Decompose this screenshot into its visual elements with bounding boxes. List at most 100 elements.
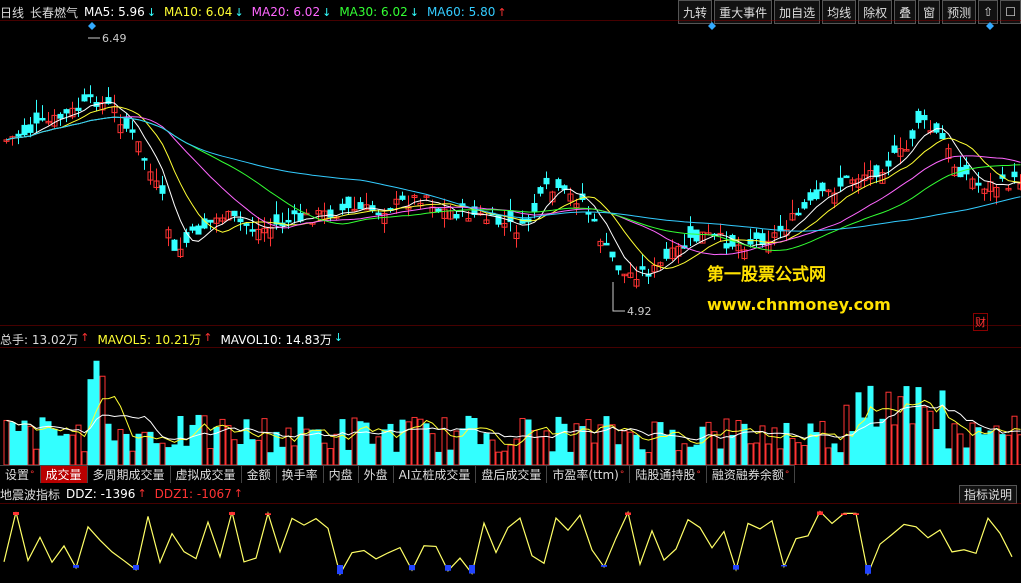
tab-2[interactable]: 多周期成交量	[87, 465, 171, 483]
volume-bar	[915, 387, 922, 465]
tab-12[interactable]: 融资融券余额 °	[706, 465, 796, 483]
candle-body	[609, 251, 616, 258]
tab-10[interactable]: 市盈率(ttm) °	[547, 465, 631, 483]
volume-bar	[765, 443, 772, 465]
volume-label: MAVOL10: 14.83万	[220, 332, 332, 347]
tab-label: 内盘	[328, 468, 353, 482]
tab-label: AI立桩成交量	[398, 468, 471, 482]
arrow-up-icon: ↑	[233, 487, 243, 500]
indicator-label: DDZ: -1396	[66, 487, 136, 501]
volume-item: MAVOL5: 10.21万 ↑	[97, 331, 212, 348]
ma-label: MA30: 6.02	[339, 5, 408, 19]
candle-body	[285, 219, 292, 223]
volume-bar	[99, 375, 106, 465]
ma-label: MA20: 6.02	[251, 5, 321, 19]
volume-bar	[615, 444, 622, 465]
tab-label: 融资融券余额	[711, 468, 784, 482]
tab-1[interactable]: 成交量	[40, 465, 88, 483]
finance-badge[interactable]: 财	[973, 313, 988, 331]
candle-body	[129, 129, 136, 133]
volume-bar	[171, 444, 178, 465]
volume-bar	[165, 447, 172, 465]
watermark-url: www.chnmoney.com	[707, 295, 891, 314]
candle-body	[243, 223, 250, 226]
volume-bar	[633, 434, 640, 465]
candle-body	[183, 232, 190, 243]
volume-bar	[315, 429, 322, 465]
volume-bar	[225, 425, 232, 465]
tab-7[interactable]: 外盘	[358, 465, 394, 483]
volume-bar	[903, 386, 910, 465]
volume-bar	[789, 437, 796, 465]
volume-bar	[261, 418, 268, 465]
ma-item: MA10: 6.04 ↓	[164, 5, 244, 19]
volume-bar	[87, 379, 94, 465]
volume-bar	[465, 415, 472, 465]
candle-body	[345, 196, 352, 209]
candle-body	[141, 158, 148, 161]
tab-label: 外盘	[363, 468, 388, 482]
candle-body	[531, 202, 538, 212]
ddz-high-mark	[625, 512, 631, 515]
tab-label: 虚拟成交量	[175, 468, 236, 482]
volume-label: 总手: 13.02万	[0, 332, 79, 347]
candle-body	[975, 182, 982, 186]
volume-bar	[699, 426, 706, 465]
volume-bar	[435, 451, 442, 465]
volume-bar	[411, 416, 418, 465]
volume-bar	[681, 443, 688, 465]
volume-bar	[927, 410, 934, 465]
candle-body	[207, 219, 214, 223]
indicator-chart[interactable]	[0, 503, 1021, 583]
tab-4[interactable]: 金额	[241, 465, 277, 483]
tab-6[interactable]: 内盘	[323, 465, 359, 483]
candle-body	[63, 109, 70, 114]
arrow-down-icon: ↓	[409, 6, 419, 19]
volume-bar	[735, 420, 742, 465]
volume-bar	[663, 434, 670, 465]
candle-body	[933, 123, 940, 133]
volume-bar	[237, 444, 244, 465]
volume-bar	[753, 442, 760, 465]
volume-bar	[909, 423, 916, 465]
candle-body	[873, 165, 880, 178]
volume-bar	[831, 443, 838, 465]
tab-3[interactable]: 虚拟成交量	[170, 465, 242, 483]
ddz-high-mark	[853, 513, 859, 515]
volume-chart[interactable]	[0, 347, 1021, 465]
ddz-high-mark	[817, 511, 823, 515]
volume-bar	[405, 421, 412, 465]
tab-5[interactable]: 换手率	[276, 465, 324, 483]
volume-bar	[957, 433, 964, 465]
volume-bar	[471, 417, 478, 465]
ddz-low-mark	[445, 565, 451, 571]
tab-9[interactable]: 盘后成交量	[476, 465, 548, 483]
period-label[interactable]: 日线	[0, 4, 24, 21]
tab-11[interactable]: 陆股通持股 °	[630, 465, 707, 483]
candle-body	[591, 218, 598, 222]
candle-body	[159, 185, 166, 194]
candle-body	[615, 265, 622, 271]
volume-bar	[153, 443, 160, 465]
volume-bar	[33, 448, 40, 465]
tab-8[interactable]: AI立桩成交量	[393, 465, 477, 483]
arrow-down-icon: ↓	[333, 330, 344, 344]
price-chart[interactable]	[0, 20, 1021, 326]
volume-bar	[183, 445, 190, 465]
tab-0[interactable]: 设置 °	[0, 465, 41, 483]
volume-item: 总手: 13.02万 ↑	[0, 331, 89, 348]
volume-bar	[549, 451, 556, 465]
ddz-low-mark	[733, 565, 739, 570]
watermark-title: 第一股票公式网	[707, 265, 826, 285]
volume-bar	[207, 448, 214, 465]
volume-bar	[201, 415, 208, 465]
volume-bar	[243, 419, 250, 465]
volume-bar	[969, 422, 976, 465]
tab-label: 金额	[246, 468, 271, 482]
indicator-explain-button[interactable]: 指标说明	[958, 485, 1017, 504]
candle-body	[885, 160, 892, 167]
volume-bar	[327, 448, 334, 465]
tab-label: 盘后成交量	[481, 468, 542, 482]
indicator-name[interactable]: 地震波指标	[0, 486, 60, 503]
indicator-values: DDZ: -1396 ↑ DDZ1: -1067 ↑	[66, 487, 251, 501]
